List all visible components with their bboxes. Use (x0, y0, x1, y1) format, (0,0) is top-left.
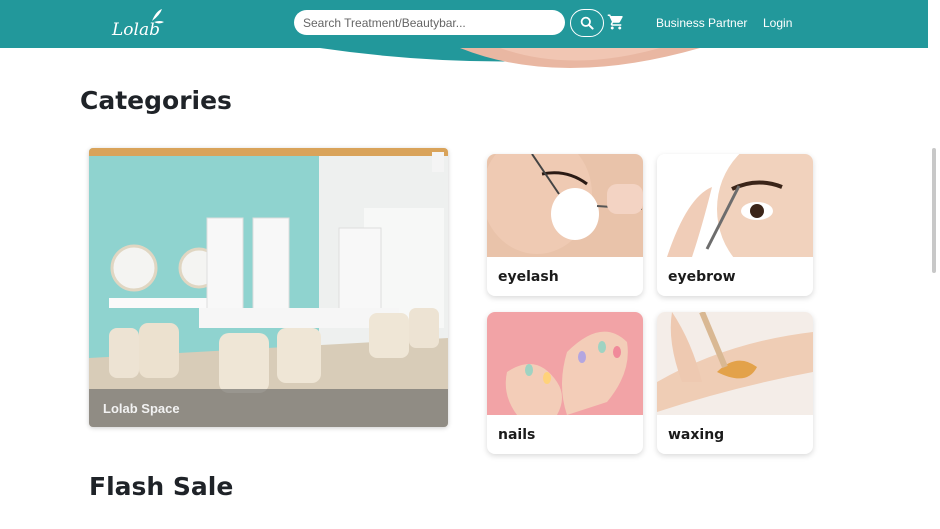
hero-banner-edge (320, 48, 700, 68)
search-button[interactable] (570, 9, 604, 37)
scrollbar-thumb[interactable] (932, 148, 936, 273)
category-card-nails[interactable]: nails (487, 312, 643, 454)
category-card-eyebrow[interactable]: eyebrow (657, 154, 813, 296)
nav-business-partner[interactable]: Business Partner (656, 16, 747, 30)
cart-icon[interactable] (607, 13, 625, 31)
lolab-logo[interactable]: Lolab (108, 5, 172, 43)
eyelash-image (487, 154, 643, 257)
top-navbar: Lolab Business Partner Login (0, 0, 928, 48)
search-icon (580, 16, 594, 30)
category-label: nails (498, 427, 536, 443)
category-label: waxing (668, 427, 725, 443)
category-card-waxing[interactable]: waxing (657, 312, 813, 454)
categories-heading: Categories (80, 86, 232, 115)
salon-interior-image (89, 148, 448, 427)
eyebrow-image (657, 154, 813, 257)
category-label: eyelash (498, 269, 559, 285)
category-label: eyebrow (668, 269, 736, 285)
featured-space-card[interactable]: Lolab Space (89, 148, 448, 427)
nails-image (487, 312, 643, 415)
waxing-image (657, 312, 813, 415)
featured-label: Lolab Space (103, 401, 180, 416)
nav-login[interactable]: Login (763, 16, 792, 30)
featured-caption-bar: Lolab Space (89, 389, 448, 427)
category-card-eyelash[interactable]: eyelash (487, 154, 643, 296)
logo-text: Lolab (111, 20, 160, 40)
search-input[interactable] (294, 10, 565, 35)
flash-sale-heading: Flash Sale (89, 472, 234, 501)
